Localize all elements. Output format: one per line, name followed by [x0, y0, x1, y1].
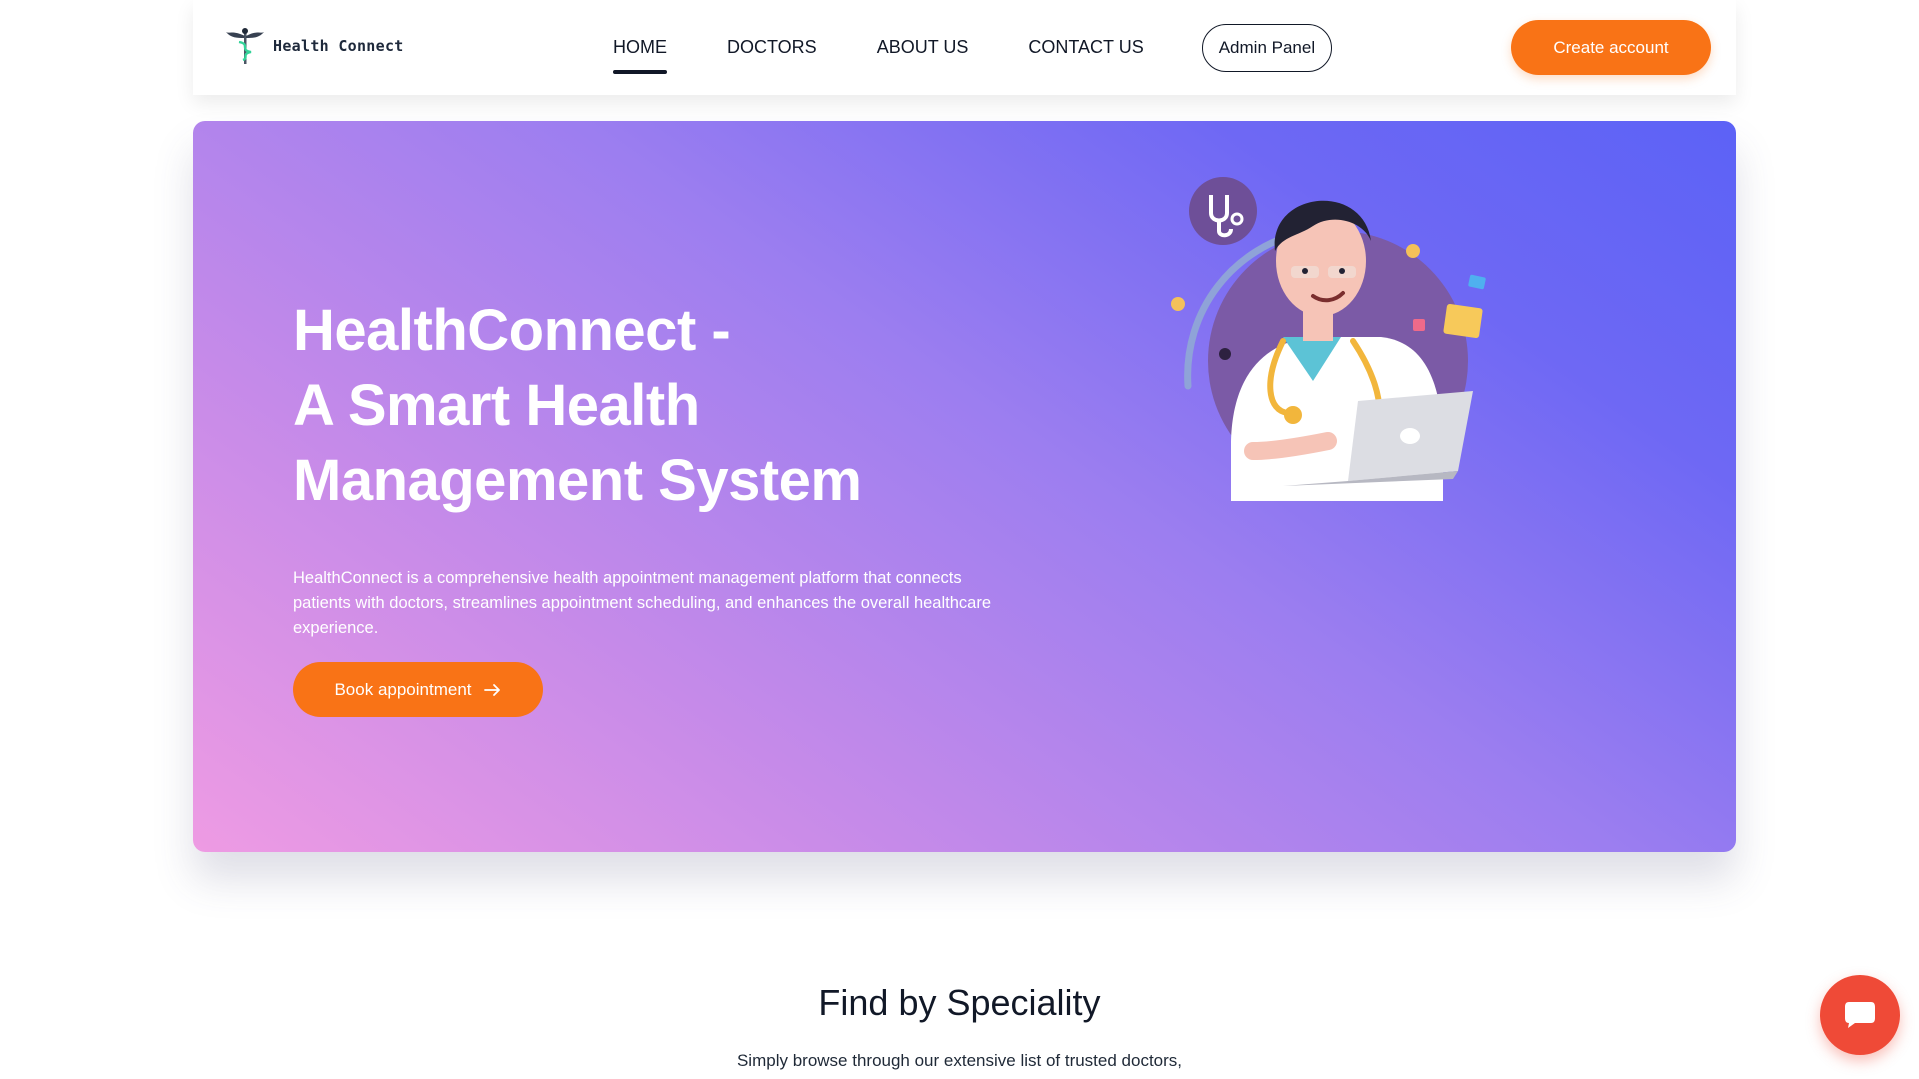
top-navbar: Health Connect HOME DOCTORS ABOUT US CON… — [193, 0, 1736, 95]
hero-banner: HealthConnect - A Smart Health Managemen… — [193, 121, 1736, 852]
nav-contact-us[interactable]: CONTACT US — [1028, 37, 1143, 58]
hero-title-line-2: A Smart Health — [293, 373, 700, 438]
nav-home[interactable]: HOME — [613, 37, 667, 74]
hero-description: HealthConnect is a comprehensive health … — [293, 569, 992, 637]
main-nav: HOME DOCTORS ABOUT US CONTACT US Admin P… — [613, 0, 1333, 95]
speciality-description: Simply browse through our extensive list… — [736, 1051, 1183, 1070]
arrow-right-icon — [483, 683, 500, 696]
chat-launcher-button[interactable] — [1820, 975, 1900, 1055]
brand-name: Health Connect — [273, 37, 404, 55]
hero-title: HealthConnect - A Smart Health Managemen… — [293, 293, 993, 518]
brand-logo[interactable]: Health Connect — [223, 26, 404, 66]
hero-title-line-3: Management System — [293, 448, 862, 513]
admin-panel-button[interactable]: Admin Panel — [1201, 23, 1333, 72]
nav-doctors[interactable]: DOCTORS — [727, 37, 817, 58]
book-appointment-label: Book appointment — [334, 679, 472, 699]
create-account-button[interactable]: Create account — [1511, 20, 1711, 75]
doctor-with-laptop-illustration — [1171, 177, 1486, 501]
hero-title-line-1: HealthConnect - — [293, 298, 731, 363]
caduceus-logo-icon — [226, 28, 264, 64]
chat-bubble-icon — [1845, 1002, 1875, 1028]
book-appointment-button[interactable]: Book appointment — [293, 662, 543, 717]
speciality-title: Find by Speciality — [818, 982, 1101, 1023]
nav-about-us[interactable]: ABOUT US — [877, 37, 969, 58]
